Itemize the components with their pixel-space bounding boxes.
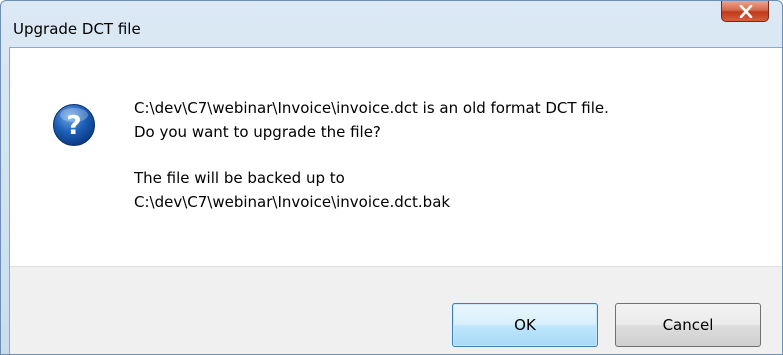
- message-line-4: C:\dev\C7\webinar\Invoice\invoice.dct.ba…: [134, 193, 451, 211]
- title-bar[interactable]: Upgrade DCT file: [1, 1, 782, 45]
- dialog-title: Upgrade DCT file: [13, 20, 141, 38]
- ok-button[interactable]: OK: [452, 303, 598, 347]
- close-button[interactable]: [721, 1, 769, 22]
- message-line-1: C:\dev\C7\webinar\Invoice\invoice.dct is…: [134, 99, 609, 117]
- dialog-body: ? C:\dev\C7\webinar\Invoice\invoice.dct …: [9, 47, 782, 354]
- message-line-3: The file will be backed up to: [134, 169, 345, 187]
- message-text: C:\dev\C7\webinar\Invoice\invoice.dct is…: [134, 96, 609, 214]
- question-icon: ?: [52, 103, 96, 147]
- cancel-button[interactable]: Cancel: [615, 303, 761, 347]
- button-bar: OK Cancel: [10, 266, 782, 354]
- svg-text:?: ?: [66, 111, 81, 141]
- dialog-window: Upgrade DCT file ? C:\dev\C7\webinar\Inv…: [0, 0, 783, 355]
- message-line-2: Do you want to upgrade the file?: [134, 123, 381, 141]
- close-icon: [739, 5, 753, 18]
